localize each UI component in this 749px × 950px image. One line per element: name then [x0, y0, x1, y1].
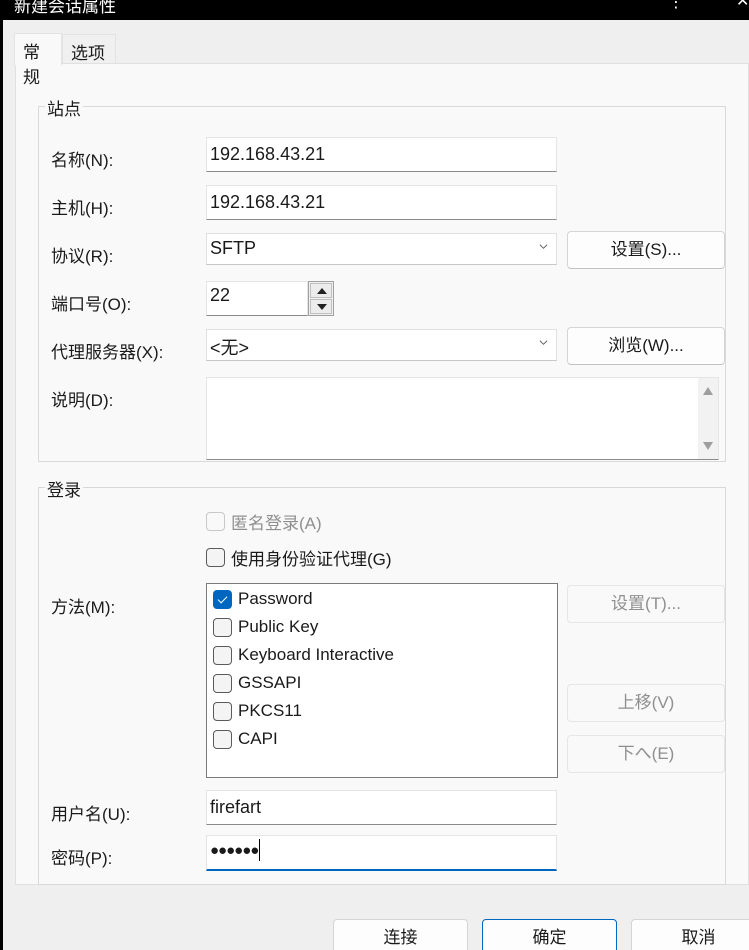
close-icon[interactable]: ✕	[736, 0, 749, 11]
checkbox-box	[213, 645, 232, 665]
password-label: 密码(P):	[51, 849, 113, 868]
method-settings-button[interactable]: 设置(T)...	[567, 585, 725, 623]
login-group-title: 登录	[45, 476, 83, 501]
move-down-button[interactable]: 下へ(E)	[567, 735, 725, 773]
checkbox-box	[213, 701, 232, 721]
site-group: 站点 名称(N): 主机(H): 协议(R): SFTP 设置(S)... 端口…	[38, 95, 726, 462]
use-agent-label: 使用身份验证代理(G)	[231, 550, 392, 569]
method-option-keyboard-interactive[interactable]: Keyboard Interactive	[213, 645, 394, 665]
anonymous-login-label: 匿名登录(A)	[231, 514, 322, 533]
method-option-label: GSSAPI	[238, 673, 302, 692]
method-listbox: Password Public Key Keyboard Interactive…	[206, 583, 558, 778]
checkbox-box	[206, 512, 225, 531]
method-option-label: Password	[238, 589, 313, 608]
protocol-label: 协议(R):	[51, 247, 114, 266]
password-value: ●●●●●●	[210, 842, 259, 859]
port-input[interactable]: 22	[206, 281, 308, 316]
protocol-value: SFTP	[210, 238, 257, 258]
scroll-up-icon[interactable]	[703, 387, 713, 395]
scroll-down-icon[interactable]	[703, 442, 713, 450]
username-input[interactable]	[206, 790, 557, 825]
use-agent-checkbox[interactable]: 使用身份验证代理(G)	[206, 545, 392, 570]
ok-button[interactable]: 确定	[482, 919, 617, 950]
checkbox-box	[213, 673, 232, 693]
tab-general[interactable]: 常规	[14, 33, 62, 87]
checkbox-box	[213, 729, 232, 749]
description-scrollbar[interactable]	[698, 378, 718, 459]
method-option-capi[interactable]: CAPI	[213, 729, 278, 749]
host-label: 主机(H):	[51, 199, 114, 218]
name-input[interactable]	[206, 137, 557, 172]
connect-button[interactable]: 连接	[333, 919, 468, 950]
port-spin-buttons	[308, 281, 334, 316]
more-options-icon[interactable]: ⋮	[668, 0, 684, 12]
tab-options[interactable]: 选项	[62, 34, 116, 64]
method-option-label: PKCS11	[238, 701, 302, 720]
proxy-value: <无>	[210, 338, 250, 358]
move-up-button[interactable]: 上移(V)	[567, 684, 725, 722]
method-option-pkcs11[interactable]: PKCS11	[213, 701, 302, 721]
chevron-down-icon	[539, 340, 548, 345]
method-option-gssapi[interactable]: GSSAPI	[213, 673, 301, 693]
method-option-label: Keyboard Interactive	[238, 645, 394, 664]
checkbox-box	[213, 617, 232, 637]
password-input[interactable]: ●●●●●●	[206, 835, 557, 871]
checkbox-checked	[213, 589, 232, 609]
name-label: 名称(N):	[51, 151, 114, 170]
description-textarea[interactable]	[206, 377, 719, 460]
checkbox-box	[206, 548, 225, 567]
port-decrement-button[interactable]	[310, 299, 332, 314]
username-label: 用户名(U):	[51, 805, 131, 824]
port-increment-button[interactable]	[310, 283, 332, 298]
cancel-button[interactable]: 取消	[631, 919, 749, 950]
proxy-browse-button[interactable]: 浏览(W)...	[567, 327, 725, 365]
protocol-select[interactable]: SFTP	[206, 233, 557, 265]
chevron-down-icon	[539, 244, 548, 249]
site-group-title: 站点	[45, 95, 83, 120]
port-label: 端口号(O):	[51, 295, 132, 314]
proxy-select[interactable]: <无>	[206, 329, 557, 361]
text-caret	[259, 839, 261, 862]
login-group: 登录 匿名登录(A) 使用身份验证代理(G) 方法(M): Password P…	[38, 476, 726, 885]
window-title: 新建会话属性	[14, 0, 116, 16]
host-input[interactable]	[206, 185, 557, 220]
title-bar: 新建会话属性 ⋮ ✕	[0, 0, 749, 20]
session-properties-dialog: 常规 选项 站点 名称(N): 主机(H): 协议(R): SFTP 设置(S)…	[3, 20, 749, 950]
method-option-public-key[interactable]: Public Key	[213, 617, 318, 637]
method-option-label: CAPI	[238, 729, 278, 748]
description-label: 说明(D):	[51, 391, 114, 410]
method-option-label: Public Key	[238, 617, 319, 636]
general-tab-panel: 站点 名称(N): 主机(H): 协议(R): SFTP 设置(S)... 端口…	[15, 63, 749, 885]
method-option-password[interactable]: Password	[213, 589, 313, 609]
protocol-settings-button[interactable]: 设置(S)...	[567, 231, 725, 269]
proxy-label: 代理服务器(X):	[51, 343, 164, 362]
method-label: 方法(M):	[51, 598, 116, 617]
anonymous-login-checkbox[interactable]: 匿名登录(A)	[206, 509, 322, 534]
